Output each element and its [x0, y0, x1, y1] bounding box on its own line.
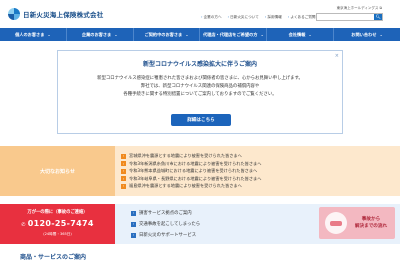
- list-item-text: 交通事故を起こしてしまったら: [139, 222, 201, 227]
- chevron-down-icon: ⌄: [379, 32, 383, 37]
- nav-policyholder[interactable]: ご契約中のお客さま ⌄: [134, 28, 201, 41]
- arrow-right-icon: ›: [121, 183, 126, 189]
- notice-body: 新型コロナウイルス感染症に罹患された皆さまおよび関係者の皆さまに、心からお見舞い…: [58, 75, 342, 99]
- phone-heading: 万が一の際に（事故のご連絡）: [27, 210, 88, 215]
- list-item-text: 損害サービス拠点のご案内: [139, 211, 192, 216]
- list-item-text: 福島県沖を震源とする地震により被害を受けられた皆さまへ: [129, 183, 242, 188]
- list-item-text: 令和3年岐阜県・長野県における地震により被害を受けられた皆さまへ: [129, 175, 262, 181]
- nav-label: 会社情報: [288, 31, 306, 37]
- logo[interactable]: 日新火災海上保険株式会社: [8, 8, 103, 20]
- handshake-icon: [325, 212, 347, 234]
- list-item[interactable]: › 宮城県沖を震源とする地震により被害を受けられた皆さまへ: [121, 153, 394, 159]
- chevron-down-icon: ⌄: [114, 32, 118, 37]
- list-item[interactable]: › 令和3年新潟県糸魚川市における地震により被害を受けられた皆さまへ: [121, 161, 394, 167]
- global-nav: 個人のお客さま ⌄ 企業のお客さま ⌄ ご契約中のお客さま ⌄ 代理店・代理店をご希望…: [0, 28, 400, 41]
- important-label: 大切なお知らせ: [0, 146, 115, 196]
- chevron-down-icon: ⌄: [308, 32, 312, 37]
- important-notices: 大切なお知らせ › 宮城県沖を震源とする地震により被害を受けられた皆さまへ › 令和…: [0, 146, 400, 196]
- nav-individual[interactable]: 個人のお客さま ⌄: [0, 28, 67, 41]
- notice-title: 新型コロナウイルス感染拡大に伴うご案内: [142, 61, 257, 68]
- chevron-down-icon: ⌄: [185, 32, 189, 37]
- nav-label: お問い合わせ: [351, 31, 377, 37]
- nav-corporate[interactable]: 企業のお客さま ⌄: [67, 28, 134, 41]
- notice-line: 新型コロナウイルス感染症に罹患された皆さまおよび関係者の皆さまに、心からお見舞い…: [97, 76, 303, 81]
- banner-line: 事故から: [361, 217, 381, 222]
- brand-name: 日新火災海上保険株式会社: [23, 11, 104, 19]
- covid-notice: × 新型コロナウイルス感染拡大に伴うご案内 新型コロナウイルス感染症に罹患された…: [57, 50, 343, 134]
- search-input[interactable]: 🔍︎: [316, 13, 383, 21]
- list-item-text: 日新火災のサポートサービス: [139, 233, 197, 238]
- nav-label: ご契約中のお客さま: [144, 31, 183, 37]
- phone-icon: ✆: [21, 222, 26, 228]
- phone-hours: (24時間・365日): [43, 232, 72, 236]
- arrow-right-icon: ›: [121, 153, 126, 159]
- site-header: 日新火災海上保険株式会社 東京海上ホールディングス ⧉ 企業の方へ 日新火災につ…: [0, 0, 400, 24]
- products-heading: 商品・サービスのご案内: [20, 254, 87, 261]
- claim-flow-banner[interactable]: 事故から 解決までの流れ: [319, 207, 395, 239]
- arrow-right-icon: ›: [131, 232, 136, 238]
- nav-agency[interactable]: 代理店・代理店をご希望の方 ⌄: [200, 28, 268, 41]
- search-icon[interactable]: 🔍︎: [374, 14, 382, 20]
- phone-number[interactable]: ✆ 0120-25-7474: [0, 219, 115, 228]
- phone-number-text: 0120-25-7474: [27, 219, 94, 228]
- notice-line: 各種手続きに関する特別措置についてご案内しておりますのでご覧ください。: [123, 92, 277, 97]
- nav-company[interactable]: 会社情報 ⌄: [267, 28, 335, 41]
- list-item-text: 令和3年熊本県益城町における地震により被害を受けられた皆さまへ: [129, 168, 258, 173]
- banner-line: 解決までの流れ: [354, 224, 388, 229]
- nav-label: 企業のお客さま: [81, 31, 112, 37]
- arrow-right-icon: ›: [131, 210, 136, 216]
- notice-line: 弊社では、新型コロナウイルス関連の保険商品の補償内容や: [140, 84, 260, 89]
- utility-link-faq[interactable]: よくあるご質問: [288, 15, 315, 20]
- banner-text: 事故から 解決までの流れ: [347, 216, 395, 230]
- list-item[interactable]: › 令和3年熊本県益城町における地震により被害を受けられた皆さまへ: [121, 168, 394, 174]
- utility-link-corporate[interactable]: 企業の方へ: [201, 15, 222, 20]
- nav-contact[interactable]: お問い合わせ ⌄: [334, 28, 400, 41]
- nav-label: 代理店・代理店をご希望の方: [202, 31, 258, 37]
- arrow-right-icon: ›: [121, 168, 126, 174]
- utility-link-about[interactable]: 日新火災について: [228, 15, 259, 20]
- arrow-right-icon: ›: [121, 176, 126, 181]
- chevron-down-icon: ⌄: [47, 32, 51, 37]
- list-item[interactable]: › 令和3年岐阜県・長野県における地震により被害を受けられた皆さまへ: [121, 176, 394, 182]
- arrow-right-icon: ›: [121, 161, 126, 166]
- utility-link-recruit[interactable]: 採用情報: [265, 15, 281, 20]
- accident-phone-box: 万が一の際に（事故のご連絡） ✆ 0120-25-7474 (24時間・365日): [0, 204, 115, 244]
- important-list: › 宮城県沖を震源とする地震により被害を受けられた皆さまへ › 令和3年新潟県糸魚川…: [115, 146, 400, 196]
- group-link[interactable]: 東京海上ホールディングス ⧉: [337, 6, 382, 11]
- list-item[interactable]: › 福島県沖を震源とする地震により被害を受けられた皆さまへ: [121, 183, 394, 189]
- nav-label: 個人のお客さま: [15, 31, 45, 37]
- chevron-down-icon: ⌄: [260, 32, 264, 37]
- details-button[interactable]: 詳細はこちら: [171, 114, 231, 126]
- arrow-right-icon: ›: [131, 221, 136, 227]
- support-links: › 損害サービス拠点のご案内 › 交通事故を起こしてしまったら › 日新火災のサポート…: [115, 204, 400, 244]
- accident-contact: 万が一の際に（事故のご連絡） ✆ 0120-25-7474 (24時間・365日)…: [0, 204, 400, 244]
- logo-mark-icon: [8, 8, 20, 20]
- list-item-text: 令和3年新潟県糸魚川市における地震により被害を受けられた皆さまへ: [129, 160, 262, 166]
- list-item-text: 宮城県沖を震源とする地震により被害を受けられた皆さまへ: [129, 153, 242, 158]
